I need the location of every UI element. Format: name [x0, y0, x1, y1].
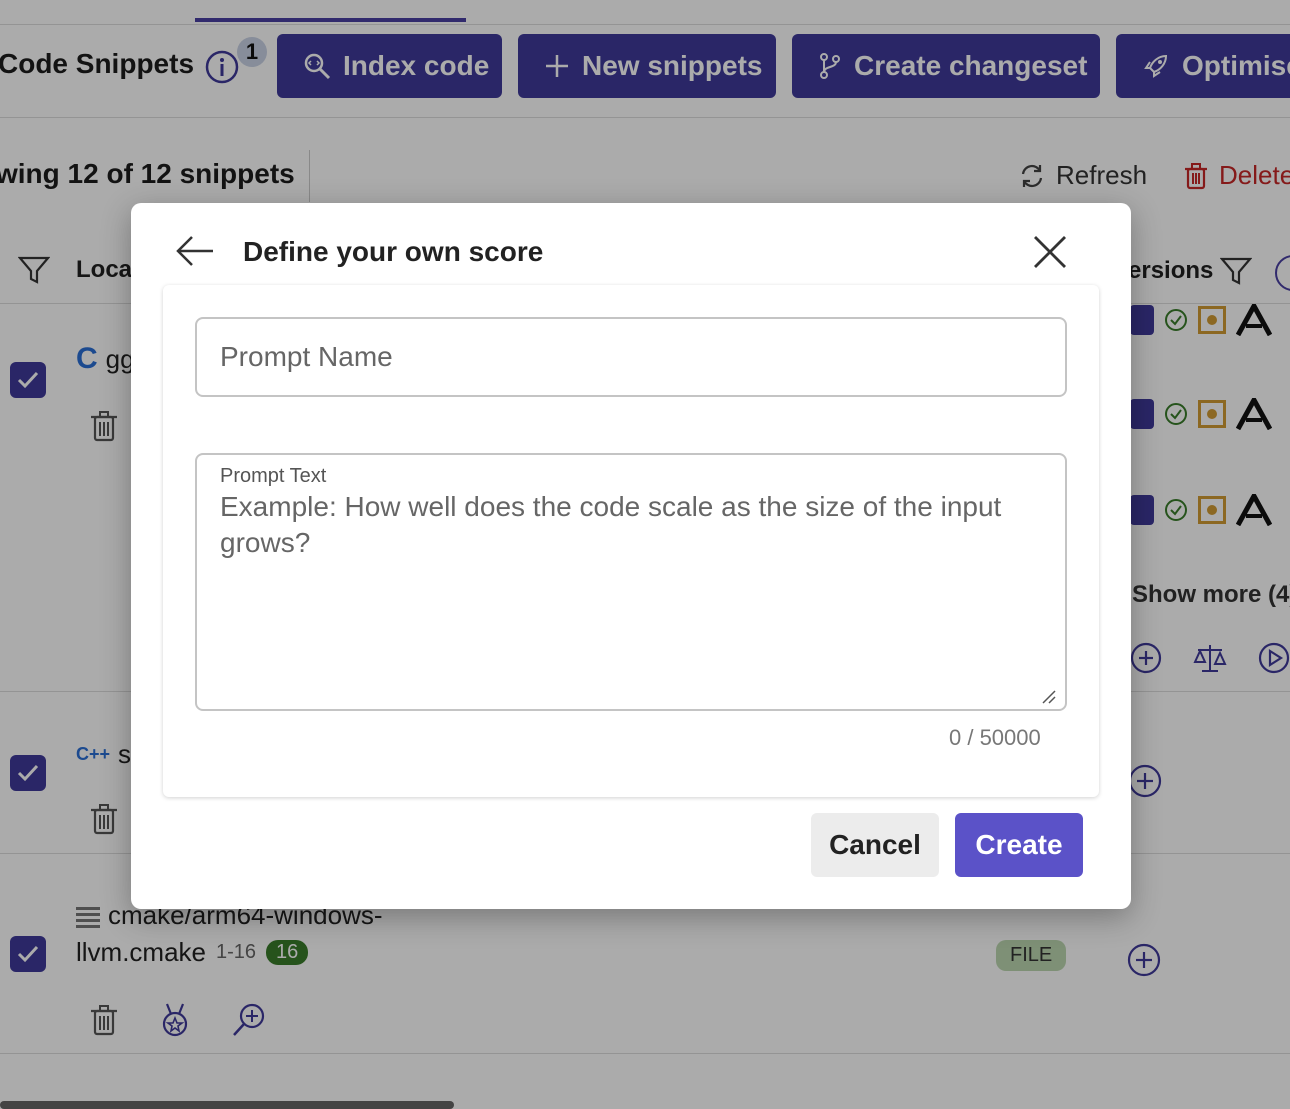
- create-button[interactable]: Create: [955, 813, 1083, 877]
- back-arrow-icon[interactable]: [175, 233, 215, 274]
- cancel-button[interactable]: Cancel: [811, 813, 939, 877]
- close-icon[interactable]: [1031, 233, 1069, 276]
- dialog-form-card: Prompt Text 0 / 50000: [163, 285, 1099, 797]
- prompt-text-label: Prompt Text: [220, 465, 327, 487]
- dialog-title: Define your own score: [243, 236, 544, 267]
- prompt-name-input[interactable]: [220, 341, 1065, 373]
- character-counter: 0 / 50000: [949, 725, 1041, 750]
- define-score-dialog: Define your own score Prompt Text 0 / 50…: [131, 203, 1131, 909]
- prompt-text-input[interactable]: [220, 489, 1040, 689]
- prompt-name-field[interactable]: [195, 317, 1067, 397]
- prompt-text-field[interactable]: Prompt Text: [195, 453, 1067, 711]
- resize-handle-icon[interactable]: [1041, 689, 1057, 705]
